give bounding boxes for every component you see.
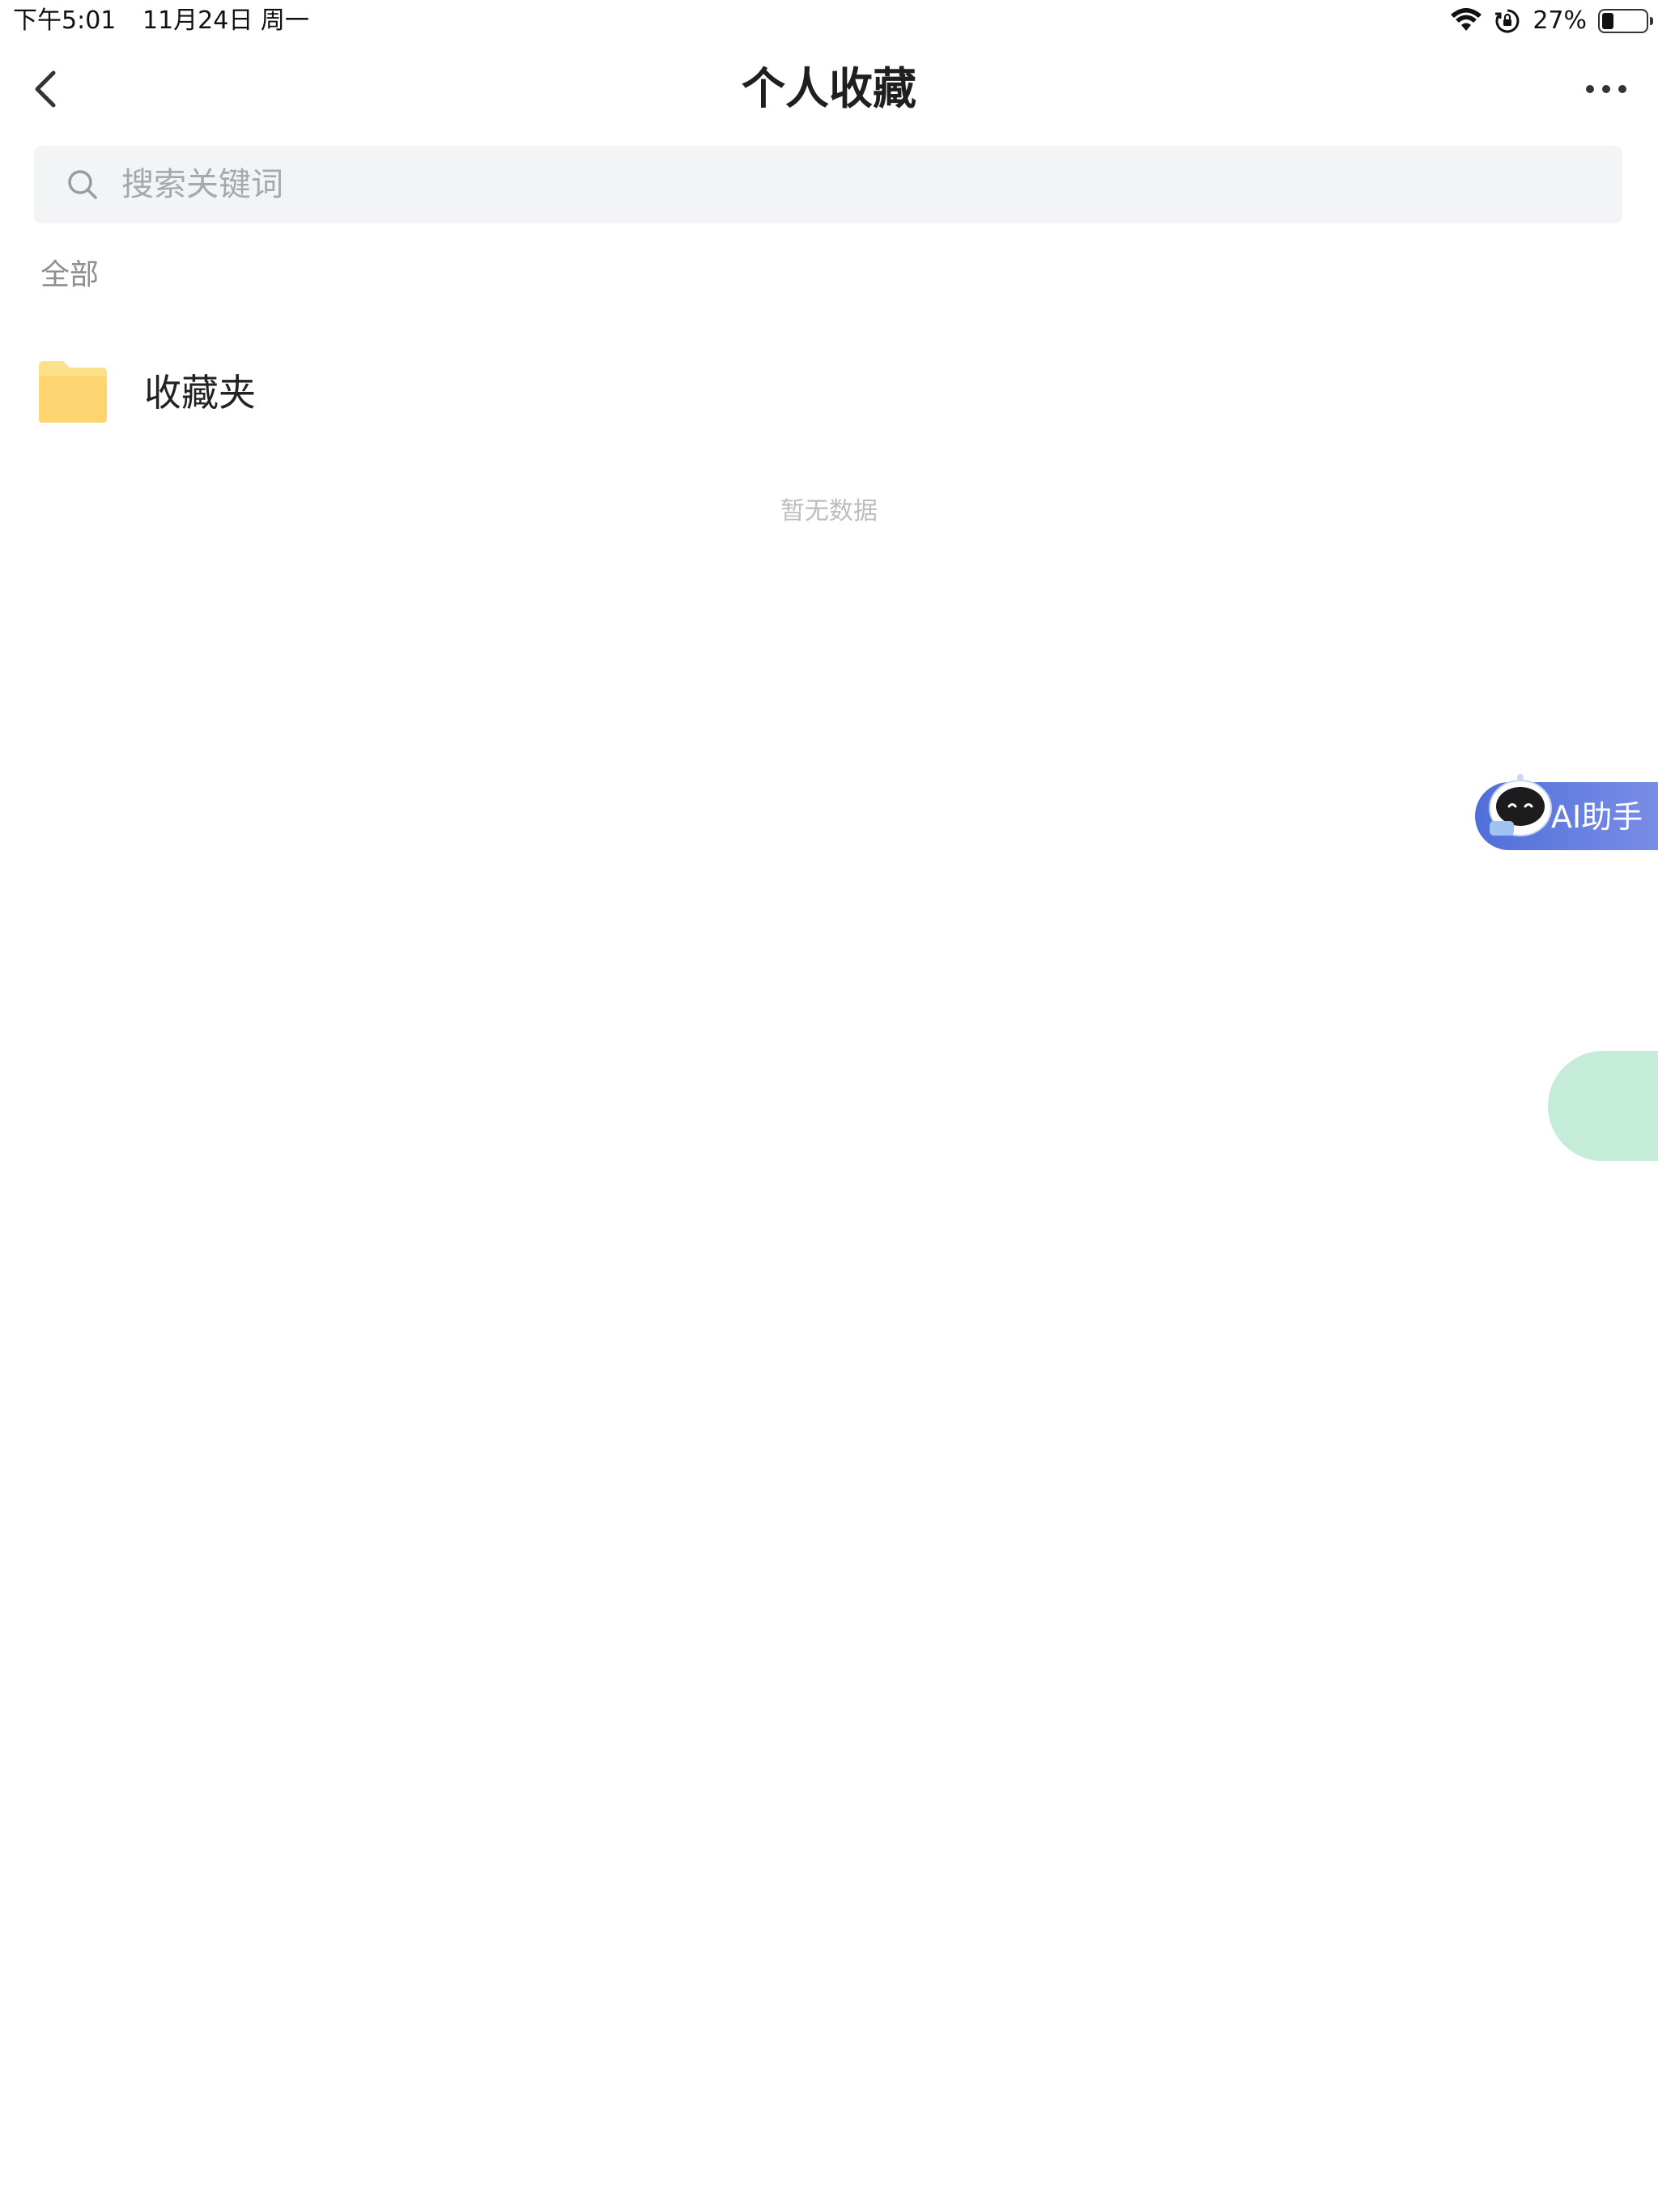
- folder-name: 收藏夹: [144, 371, 256, 415]
- folder-icon: [39, 361, 107, 423]
- navigation-bar: 个人收藏: [0, 49, 1658, 130]
- folder-list-item[interactable]: 收藏夹: [34, 348, 1622, 437]
- section-label-all[interactable]: 全部: [40, 256, 99, 295]
- search-bar[interactable]: [34, 146, 1622, 223]
- search-icon: [68, 170, 97, 199]
- more-options-button[interactable]: [1582, 70, 1630, 108]
- search-input[interactable]: [121, 146, 1579, 223]
- battery-cap: [1650, 17, 1653, 25]
- page-title: 个人收藏: [742, 63, 916, 114]
- orientation-lock-icon: [1495, 9, 1520, 33]
- battery-level-fill: [1602, 13, 1613, 29]
- more-horizontal-icon: [1586, 85, 1626, 93]
- floating-action-ball[interactable]: [1548, 1051, 1658, 1161]
- battery-percentage: 27%: [1533, 6, 1587, 35]
- wifi-icon: [1451, 8, 1482, 31]
- empty-state-text: 暂无数据: [780, 497, 878, 525]
- ai-assistant-button[interactable]: AI助手: [1475, 774, 1658, 850]
- status-date: 11月24日 周一: [142, 6, 309, 35]
- app-page: 下午5:01 11月24日 周一 27% 个人收藏 搜索关键词 全部 收藏夹 暂…: [0, 0, 1658, 2212]
- status-time: 下午5:01: [13, 6, 117, 35]
- battery-icon: [1598, 9, 1653, 33]
- robot-avatar-icon: [1489, 774, 1552, 836]
- status-indicators: 27%: [1450, 5, 1653, 37]
- status-bar: 下午5:01 11月24日 周一 27%: [0, 0, 1658, 45]
- ai-assistant-label: AI助手: [1551, 799, 1643, 835]
